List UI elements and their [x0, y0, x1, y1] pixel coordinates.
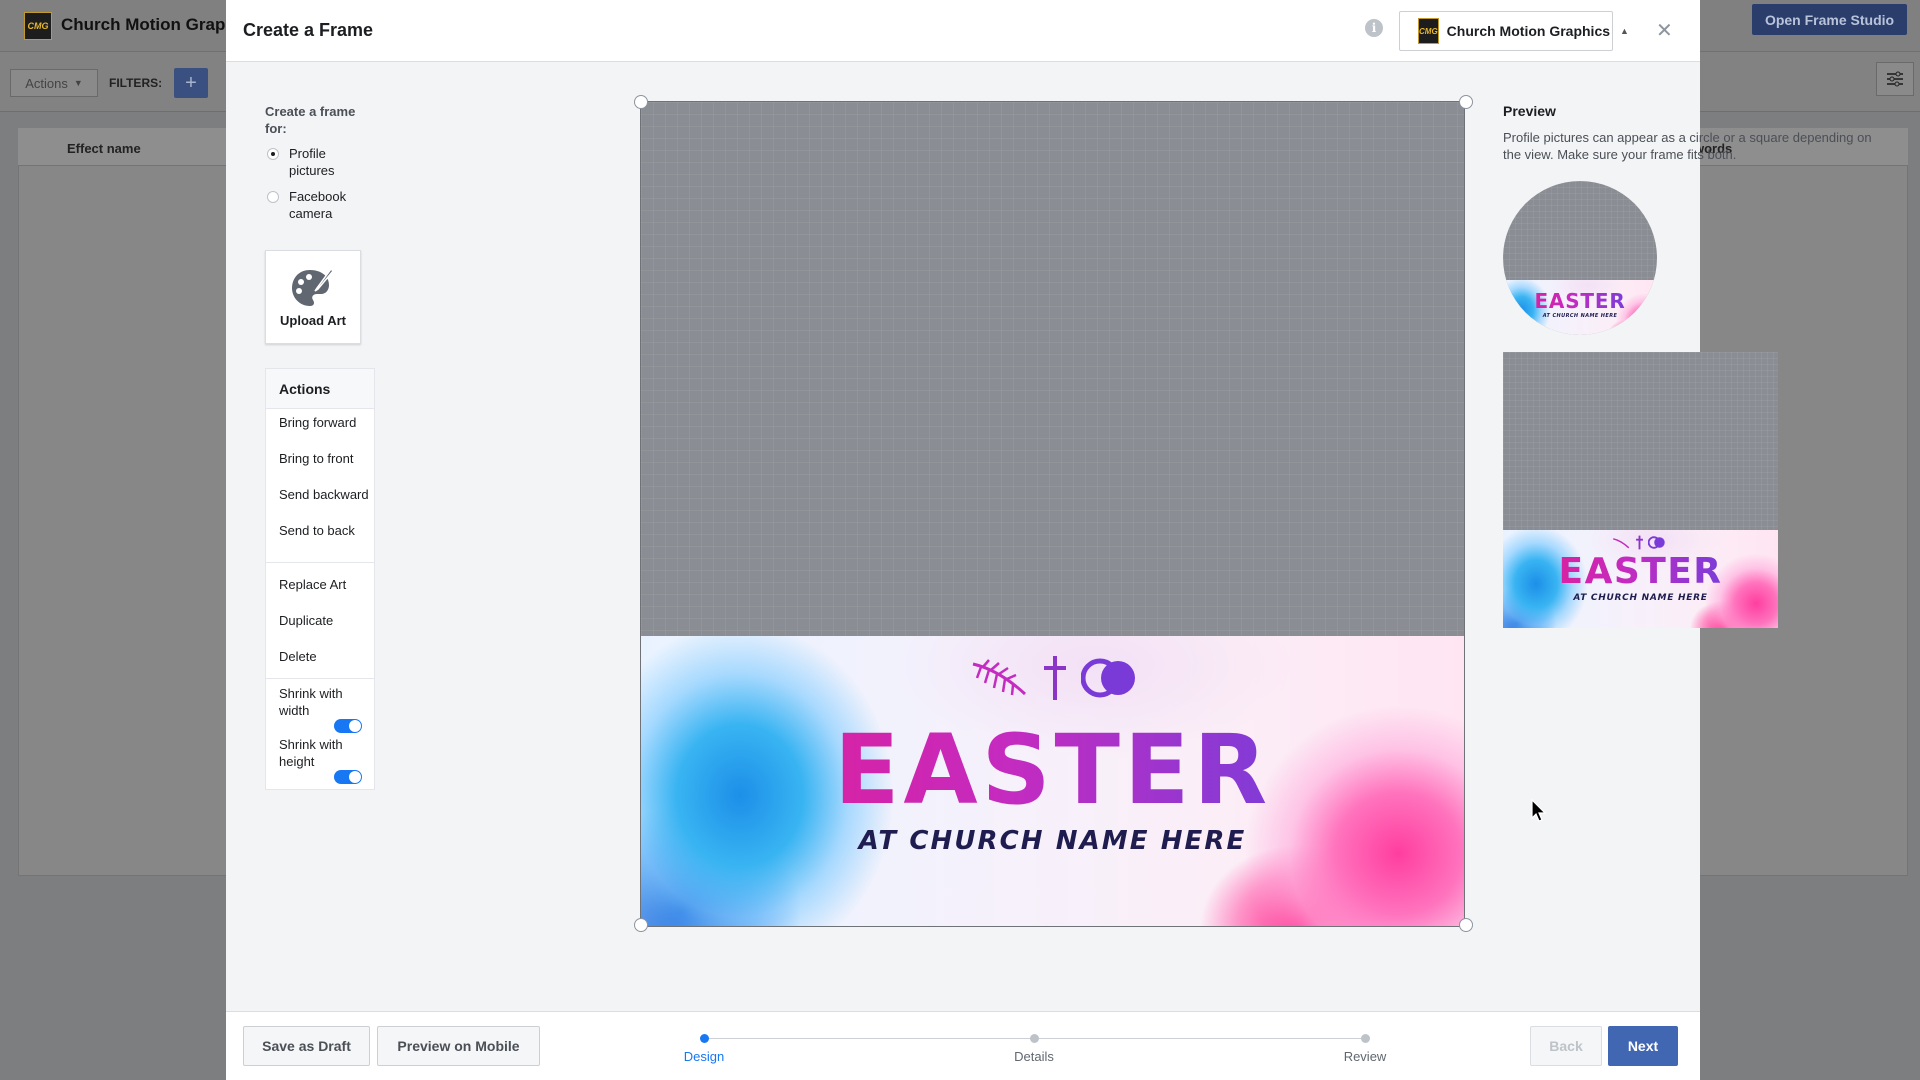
frame-artwork[interactable]: EASTER AT CHURCH NAME HERE — [641, 636, 1464, 926]
shrink-with-width-label: Shrink with width — [279, 686, 343, 718]
actions-divider — [266, 678, 374, 679]
preview-square-artwork: EASTER AT CHURCH NAME HERE — [1503, 530, 1778, 628]
church-name-subline: AT CHURCH NAME HERE — [858, 826, 1247, 856]
info-icon[interactable]: i — [1365, 19, 1383, 37]
caret-down-icon: ▼ — [73, 78, 83, 88]
page-logo: CMG — [1418, 18, 1439, 44]
preview-circle-headline: EASTER — [1503, 290, 1657, 312]
easter-headline: EASTER — [641, 720, 1464, 820]
column-settings-icon[interactable] — [1876, 62, 1914, 96]
preview-square: EASTER AT CHURCH NAME HERE — [1503, 352, 1778, 628]
radio-facebook-camera[interactable] — [267, 191, 279, 203]
bring-to-front-action[interactable]: Bring to front — [279, 450, 369, 467]
tomb-stone-icon — [1648, 536, 1665, 549]
frame-canvas[interactable]: EASTER AT CHURCH NAME HERE — [640, 101, 1465, 927]
send-backward-action[interactable]: Send backward — [279, 486, 369, 503]
step-dot-design — [700, 1034, 709, 1043]
modal-header: Create a Frame i CMG Church Motion Graph… — [226, 0, 1700, 62]
cross-icon — [1636, 535, 1643, 550]
duplicate-action[interactable]: Duplicate — [279, 612, 369, 629]
open-frame-studio-button[interactable]: Open Frame Studio — [1752, 4, 1907, 35]
shrink-with-width-toggle[interactable] — [334, 719, 362, 733]
sort-arrows-icon: ▲ — [1620, 26, 1629, 36]
upload-art-label: Upload Art — [280, 312, 346, 328]
add-filter-button[interactable]: + — [174, 68, 208, 98]
palm-leaf-icon — [972, 659, 1027, 696]
replace-art-action[interactable]: Replace Art — [279, 576, 369, 593]
preview-description: Profile pictures can appear as a circle … — [1503, 130, 1872, 162]
step-label-details[interactable]: Details — [1014, 1049, 1054, 1064]
resize-handle-bottom-right[interactable] — [1459, 918, 1473, 932]
step-dot-details — [1030, 1034, 1039, 1043]
easter-symbols — [969, 654, 1139, 702]
page-name: Church Motion Graphics — [1446, 23, 1611, 39]
tomb-stone-icon — [1081, 658, 1135, 698]
cmg-logo: CMG — [24, 12, 52, 40]
step-label-review[interactable]: Review — [1344, 1049, 1387, 1064]
cross-icon — [1044, 656, 1066, 700]
preview-square-subline: AT CHURCH NAME HERE — [1573, 593, 1708, 603]
palm-leaf-icon — [1613, 537, 1630, 548]
column-effect-name[interactable]: Effect name — [67, 141, 141, 156]
preview-on-mobile-button[interactable]: Preview on Mobile — [377, 1026, 540, 1066]
send-to-back-action[interactable]: Send to back — [279, 522, 369, 539]
shrink-with-height-label: Shrink with height — [279, 737, 343, 769]
next-button[interactable]: Next — [1608, 1026, 1678, 1066]
page-selector[interactable]: CMG Church Motion Graphics ▲ — [1399, 11, 1629, 51]
bring-forward-action[interactable]: Bring forward — [279, 414, 369, 431]
palette-icon — [292, 267, 335, 306]
save-as-draft-button[interactable]: Save as Draft — [243, 1026, 370, 1066]
actions-dropdown-label: Actions — [25, 75, 68, 91]
resize-handle-top-right[interactable] — [1459, 95, 1473, 109]
actions-title: Actions — [266, 369, 374, 409]
back-button[interactable]: Back — [1530, 1026, 1602, 1066]
create-frame-modal: Create a Frame i CMG Church Motion Graph… — [226, 0, 1872, 1080]
resize-handle-bottom-left[interactable] — [634, 918, 648, 932]
upload-art-button[interactable]: Upload Art — [265, 250, 361, 344]
step-label-design[interactable]: Design — [684, 1049, 724, 1064]
preview-circle-subline: AT CHURCH NAME HERE — [1542, 313, 1618, 319]
step-dot-review — [1361, 1034, 1370, 1043]
frame-for-label: Create a frame for: — [265, 104, 356, 136]
preview-easter-symbols — [1611, 535, 1666, 550]
preview-circle-artwork: EASTER AT CHURCH NAME HERE — [1503, 280, 1657, 335]
delete-action[interactable]: Delete — [279, 648, 369, 665]
preview-square-headline: EASTER — [1503, 552, 1778, 592]
modal-title: Create a Frame — [243, 20, 374, 40]
actions-dropdown[interactable]: Actions ▼ — [10, 69, 98, 97]
filters-label: FILTERS: — [109, 76, 163, 90]
radio-profile-pictures-label[interactable]: Profile pictures — [289, 145, 369, 179]
actions-panel: Actions Bring forward Bring to front Sen… — [265, 368, 375, 790]
resize-handle-top-left[interactable] — [634, 95, 648, 109]
radio-profile-pictures[interactable] — [267, 148, 279, 160]
actions-divider — [266, 562, 374, 563]
radio-facebook-camera-label[interactable]: Facebook camera — [289, 188, 369, 222]
preview-title: Preview — [1503, 103, 1556, 119]
close-icon[interactable]: ✕ — [1656, 18, 1673, 43]
preview-circle: EASTER AT CHURCH NAME HERE — [1503, 181, 1657, 335]
shrink-with-height-toggle[interactable] — [334, 770, 362, 784]
mouse-cursor-icon — [1531, 799, 1547, 822]
